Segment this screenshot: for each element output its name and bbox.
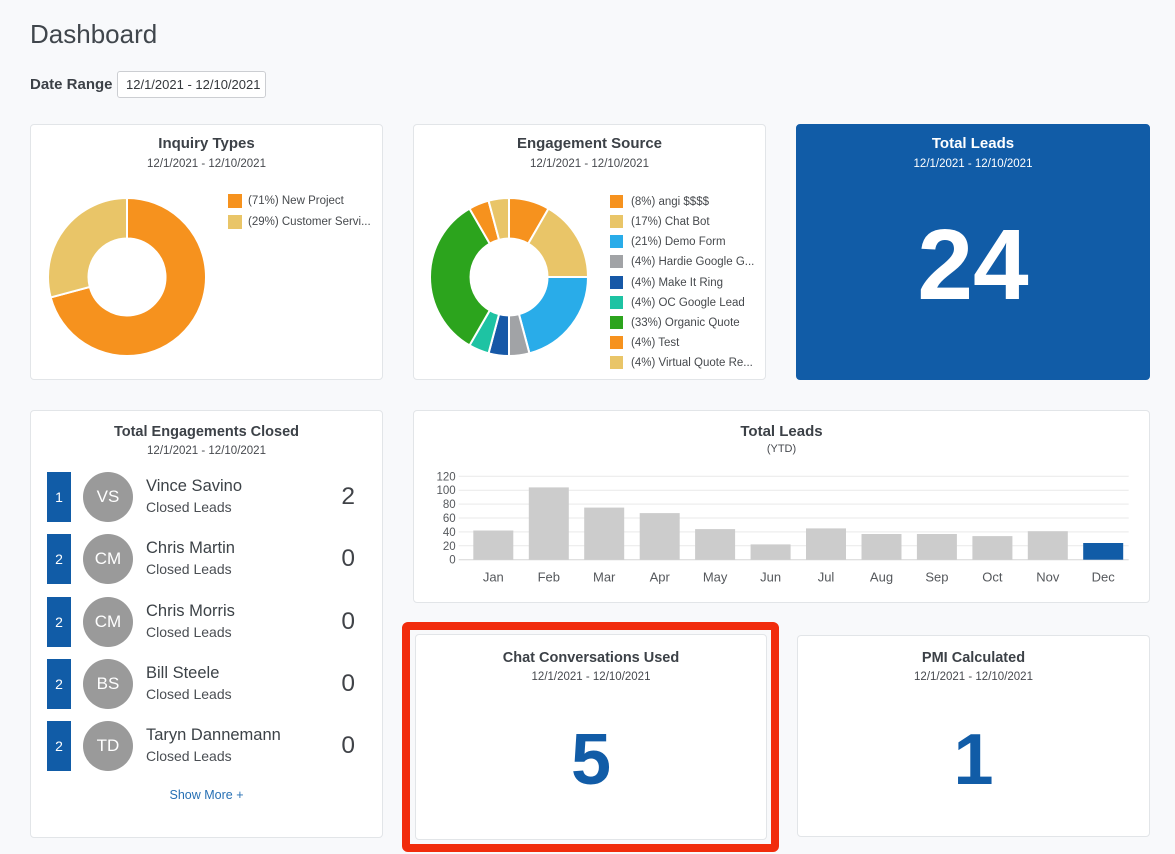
- svg-text:Nov: Nov: [1036, 570, 1060, 585]
- svg-text:Jan: Jan: [483, 570, 504, 585]
- svg-text:Feb: Feb: [538, 570, 560, 585]
- svg-text:100: 100: [437, 485, 456, 497]
- svg-text:Jun: Jun: [760, 570, 781, 585]
- svg-text:Jul: Jul: [818, 570, 835, 585]
- svg-text:80: 80: [443, 499, 456, 511]
- svg-text:Dec: Dec: [1092, 570, 1116, 585]
- svg-text:Aug: Aug: [870, 570, 893, 585]
- svg-text:Mar: Mar: [593, 570, 616, 585]
- svg-text:Sep: Sep: [925, 570, 948, 585]
- svg-text:20: 20: [443, 541, 456, 553]
- svg-text:Apr: Apr: [650, 570, 671, 585]
- svg-text:Oct: Oct: [982, 570, 1003, 585]
- svg-text:60: 60: [443, 513, 456, 525]
- svg-text:120: 120: [437, 471, 456, 483]
- svg-text:40: 40: [443, 527, 456, 539]
- svg-text:May: May: [703, 570, 728, 585]
- svg-text:0: 0: [449, 555, 455, 567]
